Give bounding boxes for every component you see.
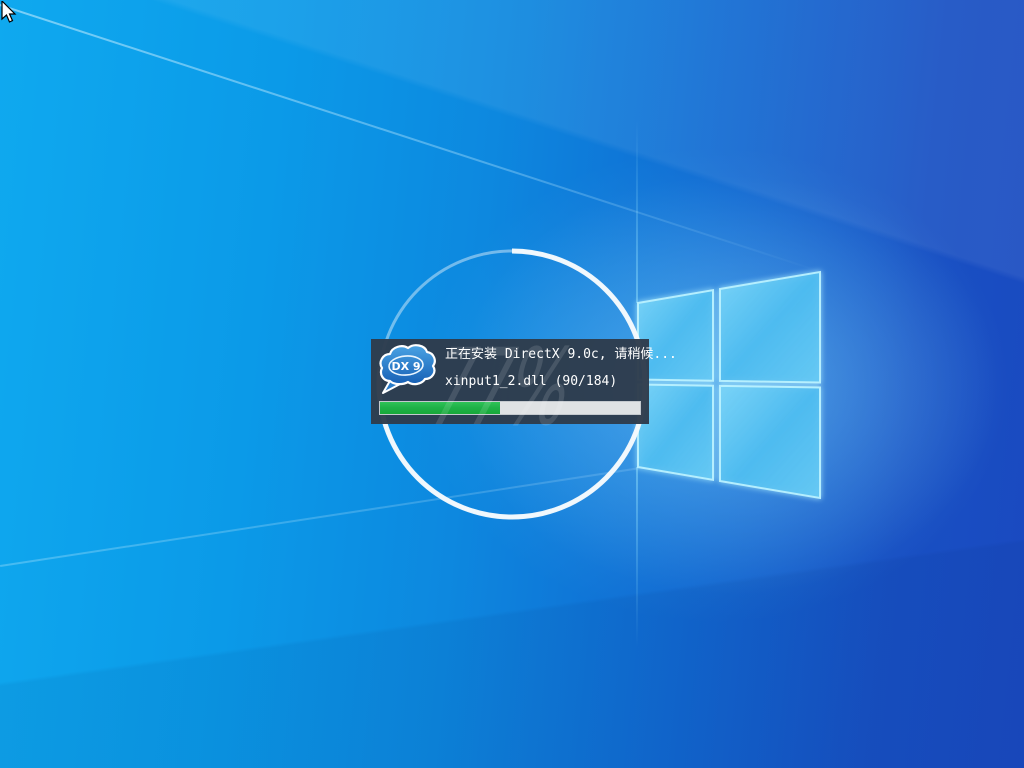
windows-logo-pane-bottom-right [720,386,820,498]
file-progress-bar [379,401,641,415]
directx-install-dialog: DX 9 正在安装 DirectX 9.0c, 请稍候... xinput1_2… [371,339,649,424]
arrow-pointer-icon [2,1,15,22]
logo-edge-beam-lower [636,467,638,647]
windows-logo-pane-bottom-left [638,385,713,480]
dx9-icon-label: DX 9 [391,360,420,373]
windows-logo-pane-top-left [638,290,713,381]
logo-edge-beam-upper [636,120,638,303]
install-status-text: 正在安装 DirectX 9.0c, 请稍候... [445,347,645,363]
file-progress-fill [380,402,500,414]
mouse-cursor [1,1,17,25]
install-file-text: xinput1_2.dll (90/184) [445,374,645,390]
dx9-icon: DX 9 [376,342,436,396]
windows-logo-pane-top-right [720,272,820,383]
